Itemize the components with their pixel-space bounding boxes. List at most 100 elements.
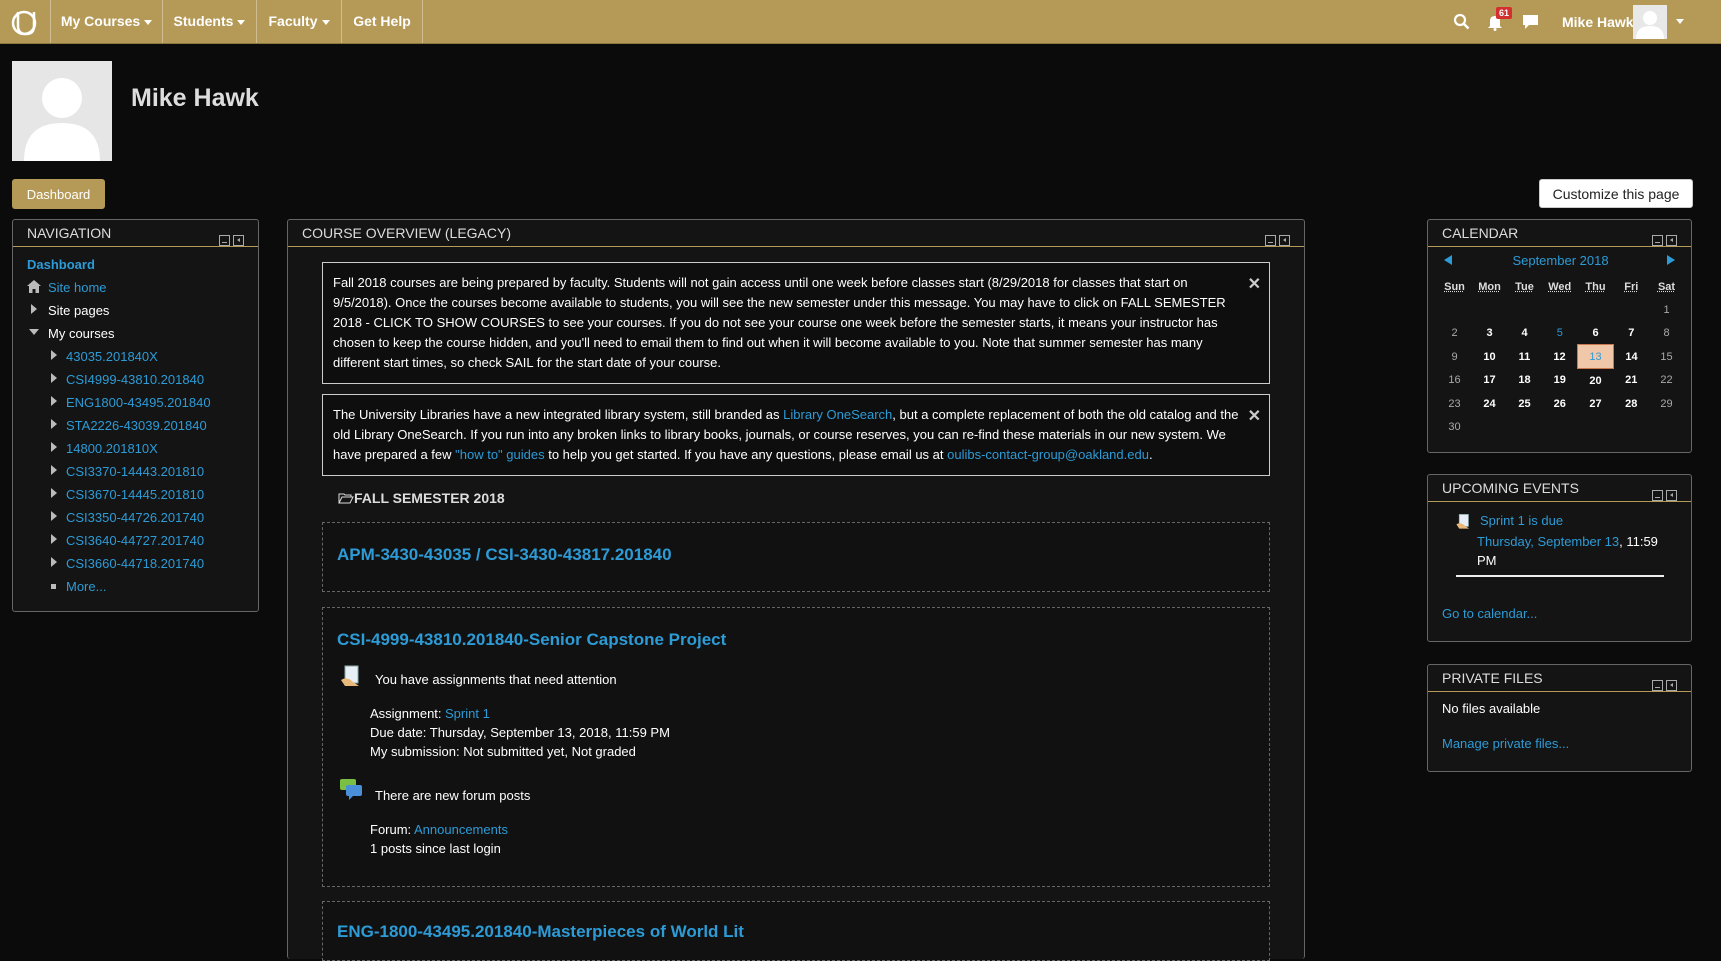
nav-course-link[interactable]: 14800.201810X (66, 441, 158, 456)
dock-icon[interactable] (233, 235, 244, 246)
next-month-icon[interactable] (1667, 255, 1675, 265)
fall-semester-alert: Fall 2018 courses are being prepared by … (322, 262, 1270, 384)
nav-course-link[interactable]: CSI3660-44718.201740 (66, 556, 204, 571)
course-title-link[interactable]: CSI-4999-43810.201840-Senior Capstone Pr… (337, 630, 726, 650)
user-avatar[interactable] (1633, 5, 1667, 39)
page-user-name: Mike Hawk (131, 84, 259, 112)
minimize-icon[interactable] (219, 235, 230, 246)
forum-announcements-link[interactable]: Announcements (414, 822, 508, 837)
semester-toggle[interactable]: FALL SEMESTER 2018 (338, 490, 505, 506)
weekday-header: Mon (1478, 280, 1501, 293)
calendar-day-event[interactable]: 5 (1542, 321, 1578, 345)
notifications-bell[interactable]: 61 (1486, 7, 1513, 31)
expand-arrow-icon[interactable] (51, 534, 57, 544)
close-icon[interactable]: ✕ (1248, 407, 1261, 427)
due-date-text: Due date: Thursday, September 13, 2018, … (370, 725, 670, 740)
home-icon (27, 280, 41, 293)
collapse-arrow-icon[interactable] (29, 329, 39, 335)
dock-icon[interactable] (1666, 680, 1677, 691)
calendar-day: 20 (1589, 374, 1602, 387)
weekday-header: Thu (1585, 280, 1606, 293)
no-files-text: No files available (1442, 701, 1541, 716)
event-link[interactable]: Sprint 1 is due (1480, 513, 1563, 528)
how-to-guides-link[interactable]: "how to" guides (455, 447, 544, 462)
notification-count-badge: 61 (1496, 7, 1513, 19)
nav-course-link[interactable]: CSI3640-44727.201740 (66, 533, 204, 548)
library-onesearch-link[interactable]: Library OneSearch (783, 407, 892, 422)
course-title-link[interactable]: ENG-1800-43495.201840-Masterpieces of Wo… (337, 922, 744, 942)
course-title-link[interactable]: APM-3430-43035 / CSI-3430-43817.201840 (337, 545, 672, 565)
assignment-sprint1-link[interactable]: Sprint 1 (445, 706, 490, 721)
nav-course-link[interactable]: CSI3370-14443.201810 (66, 464, 204, 479)
menu-label: Faculty (268, 13, 318, 29)
divider (1456, 575, 1664, 577)
dock-icon[interactable] (1279, 235, 1290, 246)
minimize-icon[interactable] (1652, 490, 1663, 501)
minimize-icon[interactable] (1652, 235, 1663, 246)
expand-arrow-icon[interactable] (51, 419, 57, 429)
expand-arrow-icon[interactable] (51, 350, 57, 360)
menu-my-courses[interactable]: My Courses (50, 0, 163, 43)
menu-faculty[interactable]: Faculty (257, 0, 342, 43)
search-icon[interactable] (1453, 13, 1470, 30)
expand-arrow-icon[interactable] (51, 465, 57, 475)
expand-arrow-icon[interactable] (51, 511, 57, 521)
expand-arrow-icon[interactable] (31, 304, 37, 314)
go-to-calendar-link[interactable]: Go to calendar... (1442, 606, 1537, 621)
minimize-icon[interactable] (1265, 235, 1276, 246)
oakland-logo-icon[interactable] (10, 6, 42, 38)
calendar-day (1578, 415, 1614, 438)
dock-icon[interactable] (1666, 490, 1677, 501)
user-menu-caret-icon[interactable] (1676, 19, 1684, 24)
alert-text: The University Libraries have a new inte… (333, 407, 784, 422)
block-controls (1649, 673, 1677, 699)
nav-dashboard-link[interactable]: Dashboard (27, 257, 95, 272)
menu-label: My Courses (60, 13, 141, 29)
expand-arrow-icon[interactable] (51, 488, 57, 498)
block-controls (1649, 483, 1677, 509)
calendar-month-title[interactable]: September 2018 (1428, 253, 1693, 268)
nav-site-pages[interactable]: Site pages (48, 303, 109, 318)
block-title: COURSE OVERVIEW (LEGACY) (302, 225, 512, 241)
assignment-attention-text: You have assignments that need attention (375, 672, 617, 687)
folder-open-icon (338, 493, 354, 504)
weekday-header: Wed (1548, 280, 1572, 293)
expand-arrow-icon[interactable] (51, 442, 57, 452)
dock-icon[interactable] (1666, 235, 1677, 246)
nav-course-link[interactable]: 43035.201840X (66, 349, 158, 364)
nav-course-link[interactable]: ENG1800-43495.201840 (66, 395, 211, 410)
calendar-day-today[interactable]: 13 (1577, 344, 1614, 369)
nav-course-link[interactable]: CSI3670-14445.201810 (66, 487, 204, 502)
expand-arrow-icon[interactable] (51, 557, 57, 567)
expand-arrow-icon[interactable] (51, 373, 57, 383)
manage-private-files-link[interactable]: Manage private files... (1442, 736, 1569, 751)
menu-students[interactable]: Students (163, 0, 257, 43)
course-overview-header: COURSE OVERVIEW (LEGACY) (288, 220, 1304, 247)
user-menu-name[interactable]: Mike Hawk (1562, 14, 1634, 30)
dashboard-breadcrumb-button[interactable]: Dashboard (12, 179, 105, 209)
close-icon[interactable]: ✕ (1248, 275, 1261, 295)
submission-status-text: My submission: Not submitted yet, Not gr… (370, 744, 636, 759)
calendar-day: 19 (1553, 374, 1566, 387)
nav-course-link[interactable]: STA2226-43039.201840 (66, 418, 207, 433)
calendar-day (1542, 298, 1578, 321)
menu-get-help[interactable]: Get Help (342, 0, 423, 43)
nav-my-courses[interactable]: My courses (48, 326, 114, 341)
block-controls (1262, 228, 1290, 254)
contact-email-link[interactable]: oulibs-contact-group@oakland.edu (947, 447, 1149, 462)
messages-icon[interactable] (1522, 14, 1539, 30)
calendar-day (1649, 415, 1684, 438)
minimize-icon[interactable] (1652, 680, 1663, 691)
course-card: APM-3430-43035 / CSI-3430-43817.201840 (322, 522, 1270, 592)
expand-arrow-icon[interactable] (51, 396, 57, 406)
nav-site-home-link[interactable]: Site home (48, 280, 107, 295)
calendar-day: 25 (1518, 397, 1531, 410)
calendar-day: 28 (1625, 397, 1638, 410)
nav-course-link[interactable]: CSI4999-43810.201840 (66, 372, 204, 387)
nav-more-link[interactable]: More... (66, 579, 106, 594)
calendar-day: 22 (1660, 374, 1673, 387)
event-date-link[interactable]: Thursday, September 13 (1477, 534, 1619, 549)
course-card: ENG-1800-43495.201840-Masterpieces of Wo… (322, 901, 1270, 961)
nav-course-link[interactable]: CSI3350-44726.201740 (66, 510, 204, 525)
customize-page-button[interactable]: Customize this page (1539, 179, 1693, 208)
